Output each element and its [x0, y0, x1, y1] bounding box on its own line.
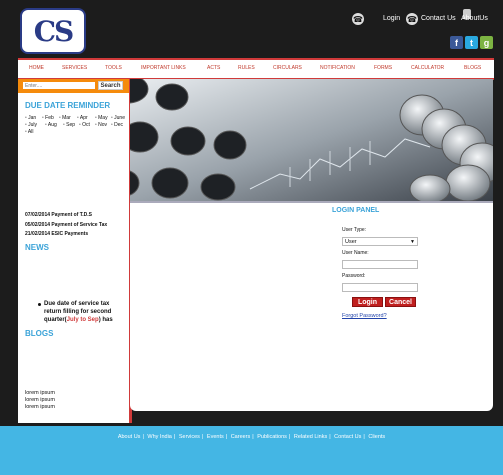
twitter-icon[interactable]: t [465, 36, 478, 49]
month-may[interactable]: May [95, 115, 107, 121]
month-feb[interactable]: Feb [42, 115, 54, 121]
news-title: NEWS [25, 243, 49, 252]
nav-calculator[interactable]: CALCULATOR [411, 65, 444, 71]
contact-link[interactable]: Contact Us [421, 15, 456, 22]
nav-services[interactable]: SERVICES [62, 65, 87, 71]
month-july[interactable]: July [25, 122, 37, 128]
month-sep[interactable]: Sep [63, 122, 75, 128]
password-input[interactable] [342, 283, 418, 292]
search-input[interactable] [23, 82, 95, 89]
chevron-down-icon: ▼ [410, 238, 415, 245]
month-june[interactable]: June [111, 115, 125, 121]
about-link[interactable]: AboutUs [461, 15, 488, 22]
login-button[interactable]: Login [352, 297, 383, 307]
site-logo[interactable]: CS [20, 8, 86, 54]
news-highlight: July to Sep [66, 317, 99, 323]
nav-forms[interactable]: FORMS [374, 65, 392, 71]
hero-banner [130, 79, 493, 203]
month-apr[interactable]: Apr [77, 115, 88, 121]
month-oct[interactable]: Oct [79, 122, 90, 128]
footer-link-services[interactable]: Services [179, 434, 200, 440]
user-name-input[interactable] [342, 260, 418, 269]
month-nov[interactable]: Nov [95, 122, 107, 128]
news-item[interactable]: Due date of service tax return filling f… [44, 300, 126, 324]
nav-acts[interactable]: ACTS [207, 65, 220, 71]
cancel-button[interactable]: Cancel [385, 297, 416, 307]
nav-circulars[interactable]: CIRCULARS [273, 65, 302, 71]
blog-item[interactable]: lorem ipsum [25, 390, 55, 396]
footer-link-related-links[interactable]: Related Links [294, 434, 327, 440]
main-content: LOGIN PANEL User Type: User ▼ User Name:… [130, 203, 493, 411]
logo-text: CS [33, 14, 74, 48]
payment-item[interactable]: 07/02/2014 Payment of T.D.S [25, 212, 92, 218]
password-label: Password: [342, 273, 366, 279]
footer-link-contact[interactable]: Contact Us [334, 434, 361, 440]
nav-important-links[interactable]: IMPORTANT LINKS [141, 65, 186, 71]
month-jan[interactable]: Jan [25, 115, 36, 121]
facebook-icon[interactable]: f [450, 36, 463, 49]
search-bar: Search [18, 79, 129, 93]
month-all[interactable]: All [25, 129, 34, 135]
phone-icon: ☎ [352, 13, 364, 25]
footer-link-why-india[interactable]: Why India [147, 434, 171, 440]
nav-blogs[interactable]: BLOGS [464, 65, 481, 71]
forgot-password-link[interactable]: Forgot Password? [342, 313, 387, 319]
main-nav: HOME SERVICES TOOLS IMPORTANT LINKS ACTS… [18, 58, 494, 80]
footer-link-events[interactable]: Events [207, 434, 224, 440]
nav-rules[interactable]: RULES [238, 65, 255, 71]
user-type-label: User Type: [342, 227, 367, 233]
month-dec[interactable]: Dec [111, 122, 123, 128]
payment-item[interactable]: 05/02/2014 Payment of Service Tax [25, 222, 107, 228]
blogs-title: BLOGS [25, 329, 54, 338]
phone-icon: ☎ [406, 13, 418, 25]
payment-item[interactable]: 21/02/2014 ESIC Payments [25, 231, 88, 237]
login-link[interactable]: Login [383, 15, 400, 22]
google-icon[interactable]: g [480, 36, 493, 49]
user-type-select[interactable]: User ▼ [342, 237, 418, 246]
month-aug[interactable]: Aug [45, 122, 57, 128]
bullet-icon [38, 303, 41, 306]
footer-link-careers[interactable]: Careers [231, 434, 251, 440]
footer-link-clients[interactable]: Clients [368, 434, 385, 440]
month-mar[interactable]: Mar [59, 115, 71, 121]
footer-links: About Us | Why India | Services | Events | C… [117, 434, 386, 440]
blog-item[interactable]: lorem ipsum [25, 397, 55, 403]
nav-tools[interactable]: TOOLS [105, 65, 122, 71]
nav-home[interactable]: HOME [29, 65, 44, 71]
user-name-label: User Name: [342, 250, 369, 256]
due-date-title: DUE DATE REMINDER [25, 101, 111, 110]
blog-item[interactable]: lorem ipsum [25, 404, 55, 410]
footer-link-publications[interactable]: Publications [257, 434, 287, 440]
user-type-value: User [345, 238, 357, 245]
footer-link-about[interactable]: About Us [118, 434, 141, 440]
nav-notification[interactable]: NOTIFICATION [320, 65, 355, 71]
calculator-coins-image [130, 79, 493, 201]
left-sidebar: Search DUE DATE REMINDER Jan Feb Mar Apr… [18, 79, 132, 423]
search-button[interactable]: Search [98, 81, 123, 90]
footer: About Us | Why India | Services | Events | C… [0, 426, 503, 475]
login-panel-title: LOGIN PANEL [332, 207, 380, 214]
